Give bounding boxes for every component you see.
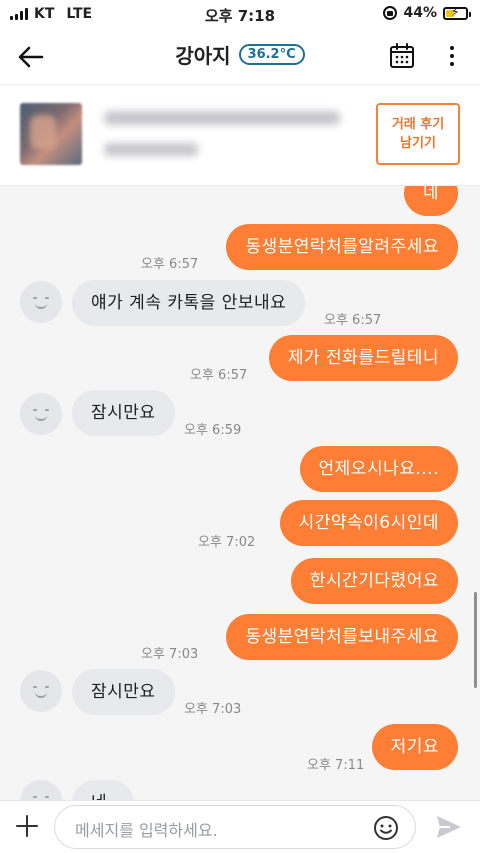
message-time: 오후 6:57 bbox=[190, 368, 248, 383]
my-message: 언제오시나요.... bbox=[299, 446, 458, 492]
battery-percent: 44% bbox=[403, 5, 437, 21]
manner-temperature-badge[interactable]: 36.2°C bbox=[238, 44, 305, 65]
calendar-icon bbox=[390, 43, 414, 68]
message-time: 오후 6:57 bbox=[324, 313, 382, 328]
send-button[interactable] bbox=[434, 813, 464, 841]
emoji-button[interactable] bbox=[373, 815, 399, 841]
avatar[interactable] bbox=[20, 393, 62, 435]
my-message: 동생분연락처를알려주세요 bbox=[226, 224, 458, 270]
message-input-placeholder: 메세지를 입력하세요. bbox=[75, 821, 218, 840]
my-message: 저기요 bbox=[371, 724, 458, 770]
review-button-line-2: 남기기 bbox=[400, 136, 436, 151]
message-input-bar: 메세지를 입력하세요. bbox=[0, 800, 480, 853]
other-message: 잠시만요 bbox=[72, 390, 175, 436]
product-price-blurred bbox=[104, 143, 198, 156]
avatar[interactable] bbox=[20, 670, 62, 712]
my-message: 네 bbox=[403, 186, 458, 216]
my-message: 동생분연락처를보내주세요 bbox=[226, 614, 458, 660]
message-input[interactable]: 메세지를 입력하세요. bbox=[54, 805, 416, 849]
rotation-lock-icon bbox=[383, 6, 398, 20]
other-message: 잠시만요 bbox=[72, 669, 175, 715]
message-time: 오후 7:11 bbox=[307, 758, 365, 773]
product-title-blurred bbox=[104, 111, 340, 125]
message-time: 오후 7:02 bbox=[198, 535, 256, 550]
scrollbar[interactable] bbox=[474, 592, 477, 688]
review-button-line-1: 거래 후기 bbox=[391, 117, 445, 132]
chat-messages[interactable]: 네 동생분연락처를알려주세요 오후 6:57 얘가 계속 카톡을 안보내요 오후… bbox=[0, 186, 480, 800]
product-info-bar: 거래 후기 남기기 bbox=[0, 84, 480, 186]
message-time: 오후 7:03 bbox=[184, 702, 242, 717]
message-time: 오후 6:59 bbox=[184, 423, 242, 438]
avatar[interactable] bbox=[20, 780, 62, 800]
calendar-button[interactable] bbox=[388, 42, 416, 70]
my-message: 시간약속이6시인데 bbox=[279, 500, 458, 546]
avatar[interactable] bbox=[20, 281, 62, 323]
battery-icon: ⚡ bbox=[443, 6, 471, 20]
message-time: 오후 7:03 bbox=[141, 647, 199, 662]
leave-review-button[interactable]: 거래 후기 남기기 bbox=[376, 103, 460, 165]
my-message: 한시간기다렸어요 bbox=[290, 558, 458, 604]
send-icon bbox=[437, 816, 461, 838]
more-options-icon[interactable] bbox=[446, 42, 458, 70]
other-message: 네 bbox=[72, 780, 134, 800]
attach-button[interactable] bbox=[14, 813, 40, 839]
emoji-icon bbox=[374, 816, 398, 840]
message-time: 오후 6:57 bbox=[141, 257, 199, 272]
chat-partner-name: 강아지 bbox=[175, 44, 231, 68]
chat-header: 강아지 36.2°C bbox=[0, 30, 480, 84]
other-message: 얘가 계속 카톡을 안보내요 bbox=[72, 280, 306, 326]
status-bar: KT LTE 오후 7:18 44% ⚡ bbox=[0, 0, 480, 30]
my-message: 제가 전화를드릴테니 bbox=[268, 335, 458, 381]
status-right: 44% ⚡ bbox=[383, 5, 471, 21]
plus-icon bbox=[16, 815, 38, 837]
